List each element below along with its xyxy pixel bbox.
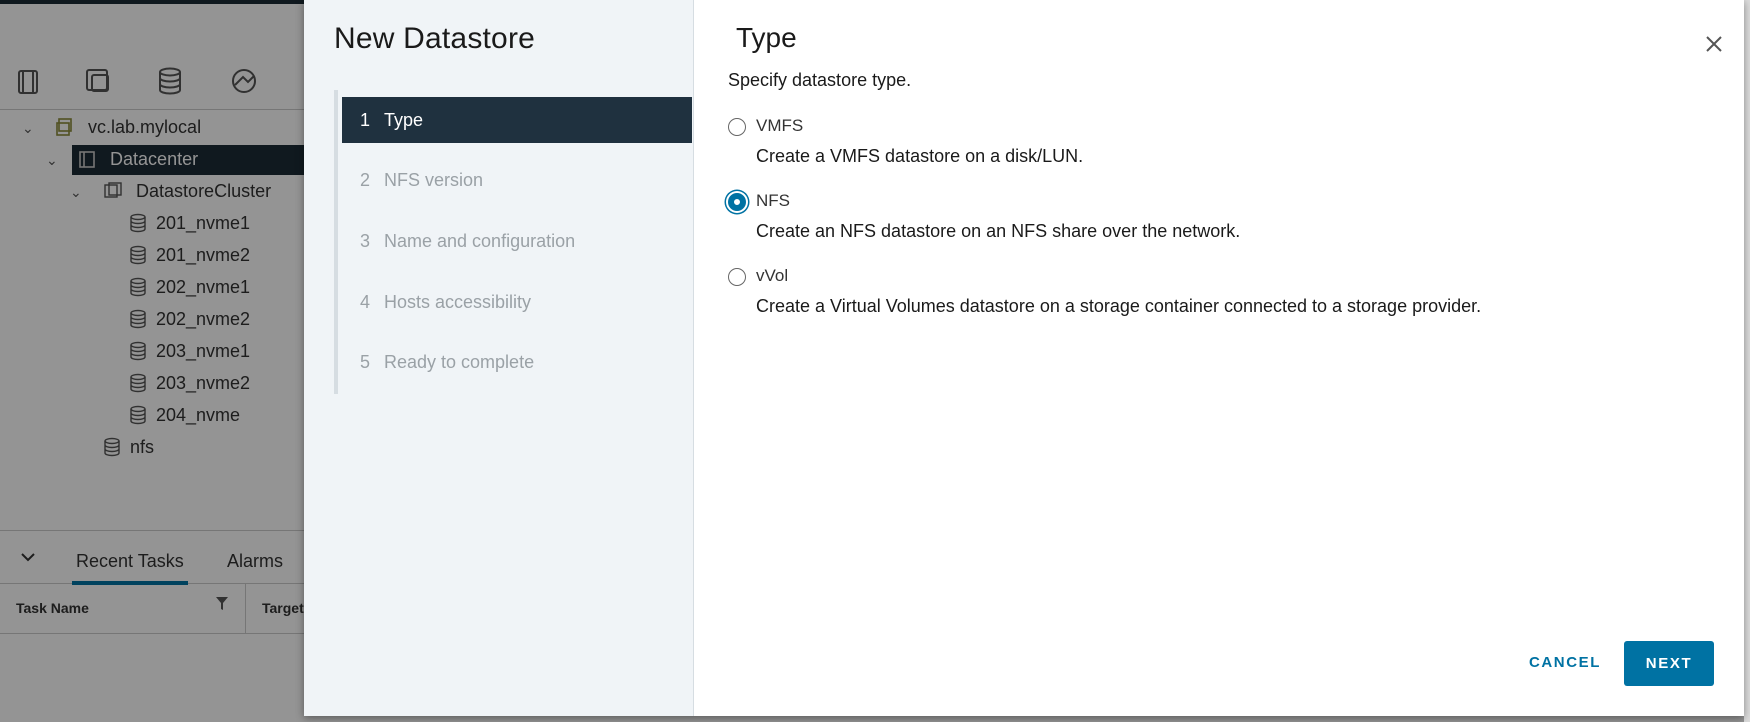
vmfs-radio[interactable]: [728, 118, 746, 136]
cancel-button[interactable]: CANCEL: [1510, 640, 1620, 686]
step-number: 5: [360, 352, 371, 372]
option-label[interactable]: NFS: [756, 191, 790, 211]
nfs-radio[interactable]: [728, 193, 746, 211]
step-label: NFS version: [384, 170, 484, 190]
step-label: Hosts accessibility: [384, 292, 532, 312]
close-icon[interactable]: [1702, 32, 1726, 56]
window-edge: [1744, 0, 1750, 722]
wizard-step-nfs-version: 2 NFS version: [342, 157, 692, 203]
wizard-content: Type Specify datastore type. VMFS Create…: [694, 0, 1744, 716]
page-title: Type: [736, 22, 797, 53]
step-track: [334, 90, 338, 394]
wizard-step-name-config: 3 Name and configuration: [342, 218, 692, 264]
next-button[interactable]: NEXT: [1624, 641, 1714, 686]
step-number: 4: [360, 292, 371, 312]
option-label[interactable]: vVol: [756, 266, 788, 286]
wizard-step-type[interactable]: 1 Type: [342, 97, 692, 143]
option-description: Create a VMFS datastore on a disk/LUN.: [756, 146, 1084, 166]
wizard-step-ready: 5 Ready to complete: [342, 339, 692, 385]
vvol-radio[interactable]: [728, 268, 746, 286]
step-label: Name and configuration: [384, 231, 576, 251]
page-subtitle: Specify datastore type.: [728, 70, 912, 90]
step-number: 1: [360, 110, 371, 130]
option-label[interactable]: VMFS: [756, 116, 803, 136]
step-number: 3: [360, 231, 371, 251]
option-description: Create a Virtual Volumes datastore on a …: [756, 296, 1482, 316]
option-description: Create an NFS datastore on an NFS share …: [756, 221, 1241, 241]
step-number: 2: [360, 170, 371, 190]
step-label: Type: [384, 110, 424, 130]
step-label: Ready to complete: [384, 352, 535, 372]
wizard-title: New Datastore: [334, 22, 536, 55]
wizard-step-nav: New Datastore 1 Type 2 NFS version 3 Name a…: [304, 0, 694, 716]
wizard-step-hosts-accessibility: 4 Hosts accessibility: [342, 279, 692, 325]
new-datastore-dialog: New Datastore 1 Type 2 NFS version 3 Name a…: [304, 0, 1744, 716]
